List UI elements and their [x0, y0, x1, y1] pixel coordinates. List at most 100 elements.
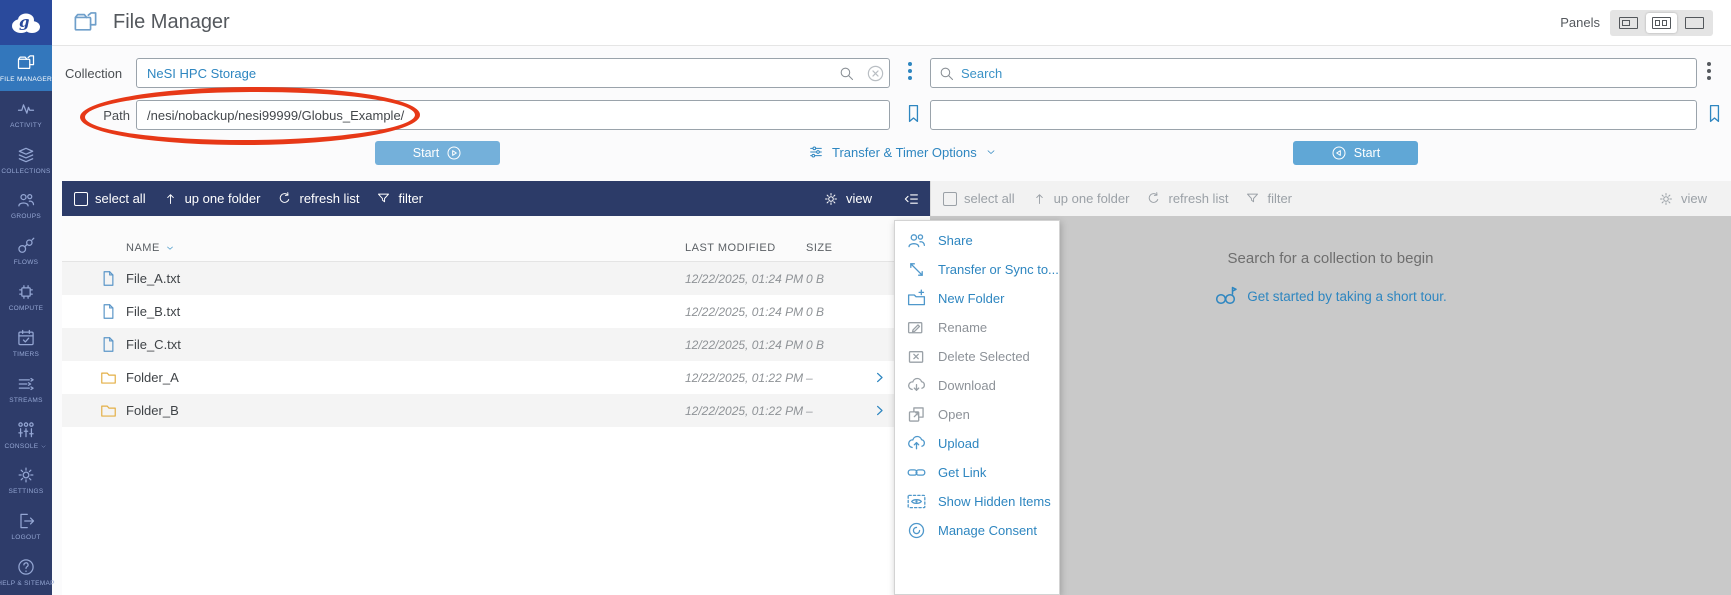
collapse-menu-icon[interactable] — [902, 190, 920, 208]
select-all-label: select all — [964, 191, 1015, 206]
help-icon — [16, 557, 36, 577]
path-input[interactable] — [136, 100, 890, 130]
sidebar-item-settings[interactable]: SETTINGS — [0, 457, 52, 503]
upload-icon — [906, 433, 927, 454]
file-icon — [90, 302, 126, 321]
select-all-button-right[interactable]: select all — [943, 191, 1015, 206]
panel-layout-wide-button[interactable] — [1679, 13, 1710, 33]
left-panel-toolbar: select all up one folder refresh list fi… — [62, 181, 930, 216]
file-list: File_A.txt 12/22/2025, 01:24 PM 0 B File… — [62, 262, 930, 427]
up-one-folder-button[interactable]: up one folder — [163, 191, 261, 206]
sidebar-item-label: FLOWS — [14, 259, 39, 266]
name-column-label: NAME — [126, 242, 160, 254]
file-name[interactable]: Folder_A — [126, 370, 685, 385]
table-row[interactable]: Folder_B 12/22/2025, 01:22 PM – — [62, 394, 930, 427]
search-collection-input[interactable] — [930, 58, 1697, 88]
table-row[interactable]: File_A.txt 12/22/2025, 01:24 PM 0 B — [62, 262, 930, 295]
sidebar-item-activity[interactable]: ACTIVITY — [0, 91, 52, 137]
sidebar-item-console[interactable]: CONSOLE — [0, 412, 52, 458]
refresh-list-button[interactable]: refresh list — [277, 191, 359, 206]
search-menu-kebab-icon[interactable] — [1707, 62, 1711, 80]
sidebar-item-label: COLLECTIONS — [1, 168, 50, 175]
sidebar-item-file-manager[interactable]: FILE MANAGER — [0, 45, 52, 91]
select-all-button[interactable]: select all — [74, 191, 146, 206]
collection-clear-icon[interactable] — [866, 64, 885, 83]
file-modified: 12/22/2025, 01:24 PM — [685, 305, 806, 319]
menu-item-label: Open — [938, 407, 970, 422]
panel-layout-single-button[interactable] — [1613, 13, 1644, 33]
globus-logo[interactable]: g — [0, 0, 52, 45]
eye-icon — [906, 491, 927, 512]
bookmark-icon[interactable] — [903, 103, 924, 124]
sidebar-item-collections[interactable]: COLLECTIONS — [0, 137, 52, 183]
path-input-right[interactable] — [930, 100, 1697, 130]
sidebar-item-timers[interactable]: TIMERS — [0, 320, 52, 366]
collection-search-icon[interactable] — [838, 65, 855, 82]
start-right-label: Start — [1354, 146, 1380, 160]
menu-item-download[interactable]: Download — [895, 371, 1059, 400]
table-row[interactable]: Folder_A 12/22/2025, 01:22 PM – — [62, 361, 930, 394]
consent-icon — [906, 520, 927, 541]
filter-label: filter — [1267, 191, 1292, 206]
menu-item-label: Transfer or Sync to... — [938, 262, 1059, 277]
file-name[interactable]: File_B.txt — [126, 304, 685, 319]
sidebar-item-logout[interactable]: LOGOUT — [0, 503, 52, 549]
column-header-modified[interactable]: LAST MODIFIED — [685, 242, 806, 254]
file-name[interactable]: File_A.txt — [126, 271, 685, 286]
menu-item-delete-selected[interactable]: Delete Selected — [895, 342, 1059, 371]
panel-layout-double-button[interactable] — [1646, 13, 1677, 33]
collections-icon — [16, 145, 36, 165]
up-one-folder-button-right[interactable]: up one folder — [1032, 191, 1130, 206]
sort-chevron-icon — [165, 243, 175, 253]
menu-item-rename[interactable]: Rename — [895, 313, 1059, 342]
file-icon — [90, 269, 126, 288]
collection-menu-kebab-icon[interactable] — [908, 62, 912, 80]
open-folder-chevron-icon[interactable] — [872, 370, 887, 385]
column-header-name[interactable]: NAME — [126, 242, 685, 254]
open-folder-chevron-icon[interactable] — [872, 403, 887, 418]
settings-icon — [16, 465, 36, 485]
streams-icon — [16, 374, 36, 394]
search-icon — [938, 65, 955, 82]
table-row[interactable]: File_C.txt 12/22/2025, 01:24 PM 0 B — [62, 328, 930, 361]
start-transfer-right-button[interactable]: Start — [1293, 141, 1418, 165]
menu-item-open[interactable]: Open — [895, 400, 1059, 429]
panels-group: Panels — [1560, 10, 1713, 36]
file-size: 0 B — [806, 338, 870, 352]
sidebar-item-streams[interactable]: STREAMS — [0, 366, 52, 412]
topbar: File Manager Panels — [52, 0, 1731, 46]
file-name[interactable]: File_C.txt — [126, 337, 685, 352]
sidebar-item-compute[interactable]: COMPUTE — [0, 274, 52, 320]
menu-item-transfer-or-sync-to[interactable]: Transfer or Sync to... — [895, 255, 1059, 284]
transfer-timer-options-toggle[interactable]: Transfer & Timer Options — [808, 144, 997, 160]
menu-item-share[interactable]: Share — [895, 226, 1059, 255]
sidebar-item-flows[interactable]: FLOWS — [0, 228, 52, 274]
filter-button[interactable]: filter — [376, 191, 423, 206]
menu-item-label: Show Hidden Items — [938, 494, 1051, 509]
start-transfer-left-button[interactable]: Start — [375, 141, 500, 165]
menu-item-upload[interactable]: Upload — [895, 429, 1059, 458]
menu-item-show-hidden-items[interactable]: Show Hidden Items — [895, 487, 1059, 516]
funnel-icon — [376, 191, 391, 206]
refresh-list-button-right[interactable]: refresh list — [1146, 191, 1228, 206]
sidebar-item-groups[interactable]: GROUPS — [0, 182, 52, 228]
column-header-size[interactable]: SIZE — [806, 242, 870, 254]
sidebar-item-help-sitemap[interactable]: HELP & SITEMAP — [0, 549, 52, 595]
menu-item-get-link[interactable]: Get Link — [895, 458, 1059, 487]
file-name[interactable]: Folder_B — [126, 403, 685, 418]
bookmark-right-icon[interactable] — [1704, 103, 1725, 124]
select-all-checkbox-right[interactable] — [943, 192, 957, 206]
menu-item-new-folder[interactable]: New Folder — [895, 284, 1059, 313]
link-icon — [906, 462, 927, 483]
collection-input[interactable] — [136, 58, 890, 88]
sidebar-item-label: SETTINGS — [9, 488, 44, 495]
table-row[interactable]: File_B.txt 12/22/2025, 01:24 PM 0 B — [62, 295, 930, 328]
sidebar-nav: FILE MANAGER ACTIVITY COLLECTIONS GROUPS… — [0, 45, 52, 595]
view-button[interactable]: view — [823, 191, 872, 207]
flows-icon — [16, 236, 36, 256]
transfer-options-label: Transfer & Timer Options — [832, 145, 977, 160]
view-button-right[interactable]: view — [1658, 191, 1707, 207]
menu-item-manage-consent[interactable]: Manage Consent — [895, 516, 1059, 545]
filter-button-right[interactable]: filter — [1245, 191, 1292, 206]
select-all-checkbox[interactable] — [74, 192, 88, 206]
